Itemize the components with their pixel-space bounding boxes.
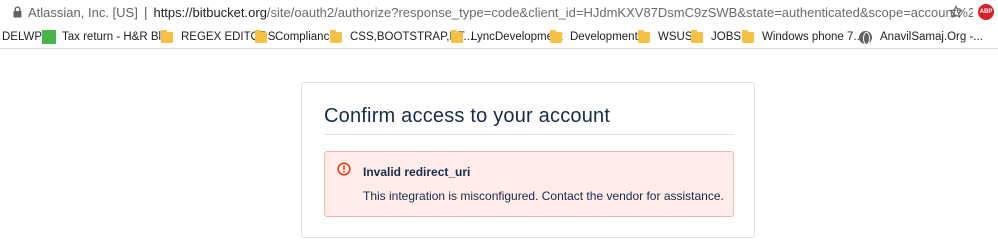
folder-icon <box>550 29 562 43</box>
error-circle-icon <box>337 162 351 176</box>
adblock-extension-icon[interactable]: ABP <box>978 4 994 20</box>
site-identity[interactable]: Atlassian, Inc. [US] <box>28 5 138 20</box>
folder-icon <box>161 29 173 43</box>
bookmark-windows-phone[interactable]: Windows phone 7... <box>742 29 863 45</box>
bookmark-label: Compliance <box>275 31 336 43</box>
url-text[interactable]: https://bitbucket.org/site/oauth2/author… <box>153 5 973 20</box>
bookmarks-bar: DELWP Tax return - H&R Bl... REGEX EDITO… <box>0 24 998 49</box>
globe-icon <box>859 30 872 45</box>
folder-icon <box>742 29 754 43</box>
bookmark-compliance[interactable]: Compliance <box>255 29 336 45</box>
bookmark-label: Windows phone 7... <box>762 31 864 43</box>
url-path: /site/oauth2/authorize?response_type=cod… <box>266 4 974 20</box>
confirm-access-card: Confirm access to your account Invalid r… <box>301 82 755 238</box>
folder-icon <box>451 29 463 43</box>
error-message: Invalid redirect_uri This integration is… <box>324 151 734 217</box>
bookmark-lync-development[interactable]: LyncDevelopment <box>451 29 563 45</box>
bookmark-development[interactable]: Development <box>550 29 638 45</box>
address-bar[interactable]: Atlassian, Inc. [US] | https://bitbucket… <box>0 0 998 24</box>
bookmark-jobs[interactable]: JOBS <box>691 29 741 45</box>
folder-icon <box>638 29 650 43</box>
bookmark-wsus[interactable]: WSUS <box>638 29 693 45</box>
bookmark-label: LyncDevelopment <box>471 31 563 43</box>
title-divider <box>324 134 734 135</box>
error-title: Invalid redirect_uri <box>363 165 471 179</box>
bookmark-label: Tax return - H&R Bl... <box>62 31 171 43</box>
bookmark-anavilsamaj[interactable]: AnavilSamaj.Org -... <box>859 29 983 45</box>
page-title: Confirm access to your account <box>324 105 611 127</box>
star-icon[interactable] <box>947 3 965 21</box>
folder-icon <box>691 29 703 43</box>
bookmark-delwp[interactable]: DELWP <box>2 29 42 45</box>
bookmark-label: DELWP <box>2 31 43 43</box>
folder-icon <box>330 29 342 43</box>
url-host: https://bitbucket.org <box>153 4 267 20</box>
bookmark-label: JOBS <box>711 31 742 43</box>
bookmark-label: Development <box>570 31 638 43</box>
hr-block-icon <box>42 30 56 44</box>
address-separator: | <box>143 4 148 20</box>
lock-icon[interactable] <box>8 0 26 24</box>
folder-icon <box>255 29 267 43</box>
error-description: This integration is misconfigured. Conta… <box>363 189 724 203</box>
bookmark-tax-return[interactable]: Tax return - H&R Bl... <box>42 29 171 45</box>
bookmark-label: AnavilSamaj.Org -... <box>880 31 983 43</box>
bookmark-label: WSUS <box>658 31 693 43</box>
